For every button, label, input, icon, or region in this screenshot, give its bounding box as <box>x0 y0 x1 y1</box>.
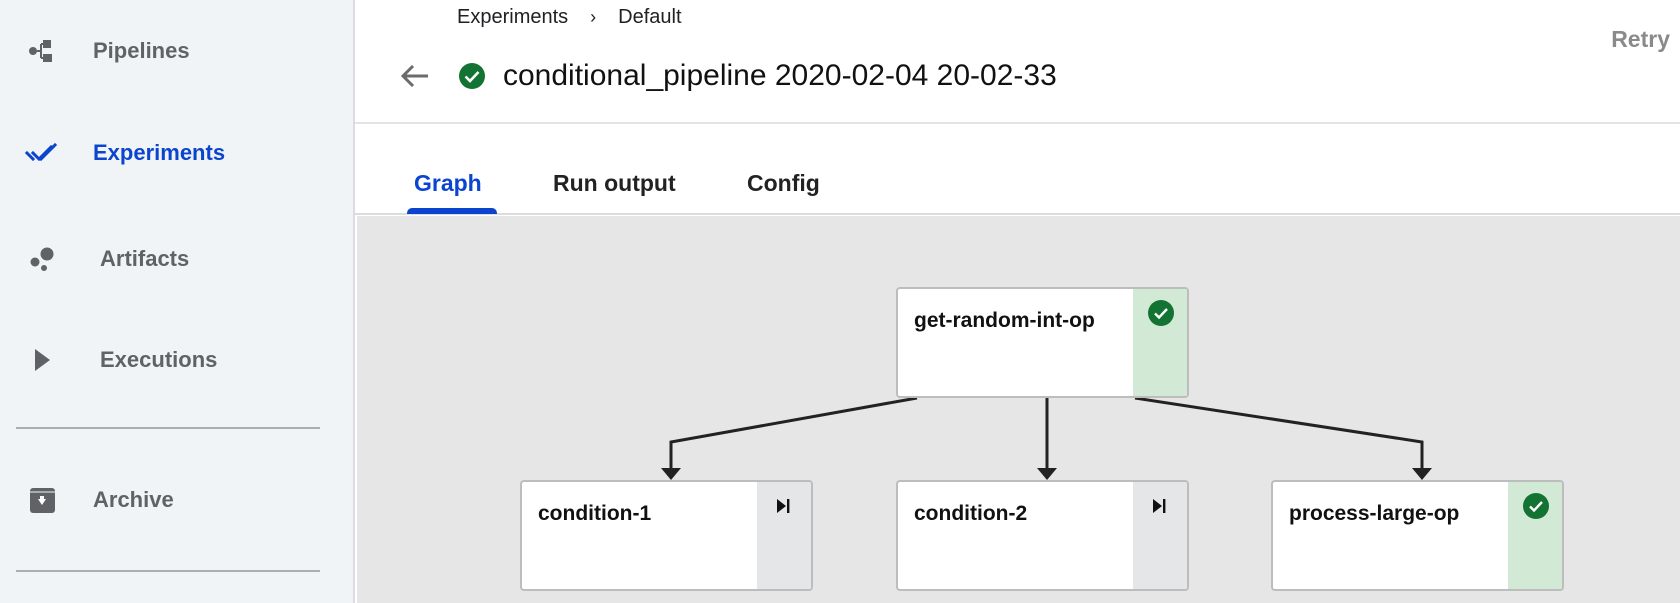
skip-next-icon <box>777 499 790 513</box>
sidebar-divider <box>16 570 320 572</box>
node-label: condition-2 <box>914 502 1028 525</box>
tab-run-output[interactable]: Run output <box>553 170 676 197</box>
edge-get-random-int-op-to-process-large-op <box>1134 396 1424 472</box>
sidebar-item-label: Artifacts <box>100 246 190 271</box>
sidebar-item-label: Experiments <box>93 140 226 165</box>
arrow-back-icon <box>400 64 428 88</box>
graph-node-process-large-op[interactable]: process-large-op <box>1271 480 1564 591</box>
node-label: process-large-op <box>1289 502 1460 525</box>
graph-node-get-random-int-op[interactable]: get-random-int-op <box>896 287 1189 398</box>
check-circle-icon <box>1148 300 1174 326</box>
sidebar-item-pipelines[interactable]: Pipelines <box>0 21 355 81</box>
sidebar-divider <box>16 427 320 429</box>
retry-button[interactable]: Retry <box>1611 26 1670 53</box>
sidebar-item-experiments[interactable]: Experiments <box>0 123 355 183</box>
sidebar-item-archive[interactable]: Archive <box>0 470 355 530</box>
sidebar: Pipelines Experiments Artifacts Executio… <box>0 0 355 603</box>
check-circle-icon <box>1523 493 1549 519</box>
experiments-icon <box>24 135 60 171</box>
edge-get-random-int-op-to-condition-1 <box>669 396 918 472</box>
app-root: Pipelines Experiments Artifacts Executio… <box>0 0 1680 603</box>
active-tab-indicator <box>407 208 497 214</box>
executions-icon <box>24 342 60 378</box>
arrowhead-condition-1 <box>661 468 681 480</box>
sidebar-item-label: Pipelines <box>93 38 190 63</box>
node-label: condition-1 <box>538 502 652 525</box>
sidebar-item-label: Executions <box>100 347 218 372</box>
graph-node-condition-1[interactable]: condition-1 <box>520 480 813 591</box>
tab-graph[interactable]: Graph <box>414 170 482 197</box>
node-label: get-random-int-op <box>914 309 1095 332</box>
artifacts-icon <box>24 241 60 277</box>
page-header: Experiments › Default conditional_pipeli… <box>355 0 1680 124</box>
breadcrumb: Experiments › Default <box>457 6 682 29</box>
check-circle-icon <box>459 63 485 89</box>
tab-bar: Graph Run output Config <box>355 124 1680 215</box>
breadcrumb-link-experiments[interactable]: Experiments <box>457 6 568 29</box>
arrowhead-condition-2 <box>1037 468 1057 480</box>
pipelines-icon <box>24 33 60 69</box>
arrowhead-process-large-op <box>1412 468 1432 480</box>
breadcrumb-link-default[interactable]: Default <box>618 6 681 29</box>
skip-next-icon <box>1153 499 1166 513</box>
page-title: conditional_pipeline 2020-02-04 20-02-33 <box>503 59 1057 92</box>
sidebar-item-executions[interactable]: Executions <box>0 330 355 390</box>
pipeline-graph[interactable]: get-random-int-op condition-1 condition-… <box>357 216 1680 603</box>
sidebar-item-label: Archive <box>93 487 174 512</box>
sidebar-item-artifacts[interactable]: Artifacts <box>0 229 355 289</box>
breadcrumb-separator: › <box>590 7 597 27</box>
back-button[interactable] <box>395 56 435 96</box>
graph-node-condition-2[interactable]: condition-2 <box>896 480 1189 591</box>
archive-icon <box>24 482 60 518</box>
title-row: conditional_pipeline 2020-02-04 20-02-33 <box>395 54 1057 98</box>
tab-config[interactable]: Config <box>747 170 820 197</box>
